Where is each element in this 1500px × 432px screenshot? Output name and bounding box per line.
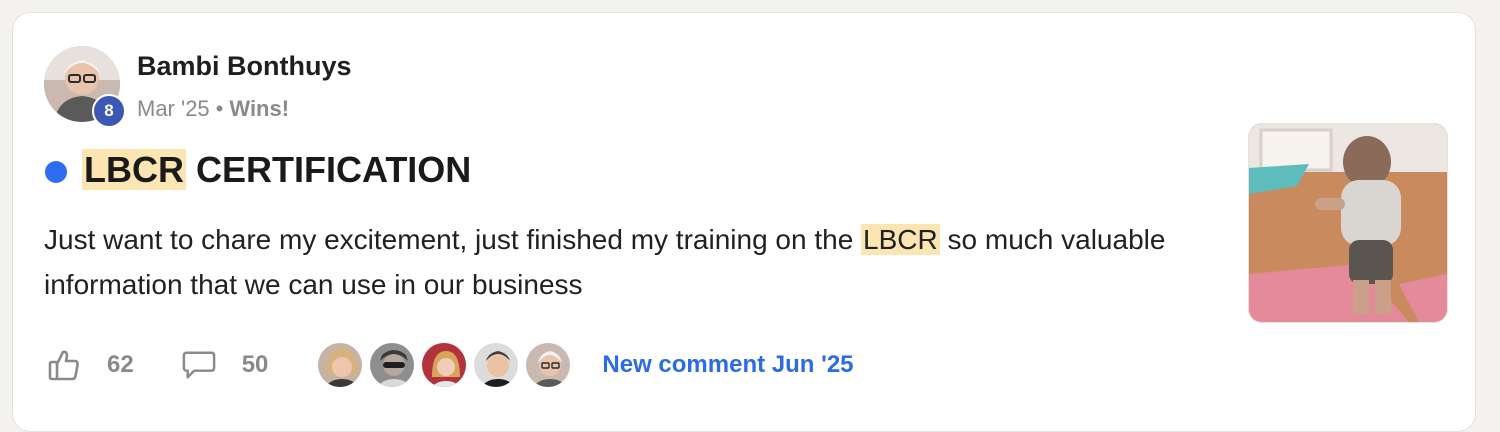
post-actions: 62 50 New comment Jun '25 bbox=[47, 341, 854, 389]
commenter-avatar[interactable] bbox=[368, 341, 417, 389]
like-action: 62 bbox=[47, 348, 134, 382]
post-body[interactable]: Just want to chare my excitement, just f… bbox=[44, 217, 1194, 307]
commenter-avatar[interactable] bbox=[472, 341, 521, 389]
comment-count: 50 bbox=[241, 351, 269, 378]
author-name[interactable]: Bambi Bonthuys bbox=[137, 51, 352, 82]
unread-dot bbox=[45, 161, 67, 183]
body-text-start: Just want to chare my excitement, just f… bbox=[44, 224, 854, 255]
level-badge: 8 bbox=[92, 94, 126, 128]
post-title[interactable]: LBCR CERTIFICATION bbox=[82, 149, 471, 191]
new-comment-link[interactable]: New comment Jun '25 bbox=[602, 351, 853, 379]
comment-action: 50 bbox=[182, 348, 269, 382]
commenter-avatar[interactable] bbox=[524, 341, 573, 389]
category-link[interactable]: Wins! bbox=[229, 96, 289, 122]
commenter-avatar[interactable] bbox=[316, 341, 365, 389]
post-card[interactable]: 8 Bambi Bonthuys Mar '25 • Wins! LBCR CE… bbox=[12, 12, 1476, 432]
post-meta: Mar '25 • Wins! bbox=[137, 96, 289, 122]
body-highlight: LBCR bbox=[861, 224, 940, 255]
commenter-avatars bbox=[316, 341, 576, 389]
author-avatar-wrap[interactable]: 8 bbox=[44, 46, 126, 128]
commenter-avatar[interactable] bbox=[420, 341, 469, 389]
title-highlight: LBCR bbox=[82, 149, 186, 190]
post-thumbnail[interactable] bbox=[1248, 123, 1448, 323]
meta-separator: • bbox=[215, 96, 224, 121]
title-text: CERTIFICATION bbox=[196, 149, 472, 190]
speech-bubble-icon[interactable] bbox=[182, 348, 216, 382]
thumbs-up-icon[interactable] bbox=[47, 348, 81, 382]
post-date: Mar '25 bbox=[137, 96, 210, 121]
like-count: 62 bbox=[107, 351, 134, 378]
